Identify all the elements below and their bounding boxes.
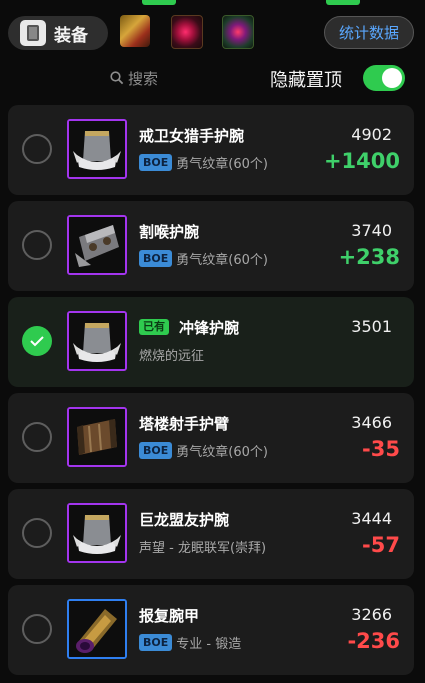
item-score: 3266 [351,605,392,624]
bracer-icon [67,215,127,275]
item-score: 4902 [351,125,392,144]
boe-badge: BOE [139,250,173,267]
tab-indicator [142,0,176,5]
item-source: 声望 - 龙眠联军(崇拜) [139,537,266,556]
hide-pinned-toggle[interactable] [363,65,405,91]
boe-badge: BOE [139,154,173,171]
item-source: BOE 勇气纹章(60个) [139,153,268,172]
score-delta: -35 [362,437,400,461]
score-delta: +238 [338,245,400,269]
item-name: 割喉护腕 [139,223,200,241]
list-item[interactable]: 割喉护腕 BOE 勇气纹章(60个) 3740 +238 [8,201,414,291]
select-checkbox[interactable] [22,518,52,548]
item-source-text: 勇气纹章(60个) [176,253,268,268]
hide-pinned-label: 隐藏置顶 [270,70,342,91]
check-icon [30,336,44,347]
bracer-icon [67,407,127,467]
search-icon [110,71,124,85]
gem-green-icon[interactable] [222,15,254,49]
item-score: 3740 [351,221,392,240]
score-delta: +1400 [323,149,400,173]
item-source: BOE 专业 - 锻造 [139,633,241,652]
equipment-tab-label: 装备 [54,25,88,46]
item-source-text: 勇气纹章(60个) [176,157,268,172]
item-score: 3501 [351,317,392,336]
select-checkbox[interactable] [22,230,52,260]
item-source-text: 专业 - 锻造 [176,637,242,652]
item-source: 燃烧的远征 [139,345,204,364]
item-list: 戒卫女猎手护腕 BOE 勇气纹章(60个) 4902 +1400 割喉护腕 BO… [8,105,414,681]
toggle-knob [382,68,402,88]
gem-red-icon[interactable] [171,15,203,49]
score-delta: -236 [347,629,400,653]
item-score: 3444 [351,509,392,528]
item-name: 巨龙盟友护腕 [139,511,230,529]
search-placeholder: 搜索 [128,69,159,88]
select-checkbox[interactable] [22,422,52,452]
weapon-icon[interactable] [120,15,150,47]
list-item[interactable]: 巨龙盟友护腕 声望 - 龙眠联军(崇拜) 3444 -57 [8,489,414,579]
bracer-icon [67,119,127,179]
boe-badge: BOE [139,442,173,459]
item-source-text: 勇气纹章(60个) [176,445,268,460]
boe-badge: BOE [139,634,173,651]
item-source-text: 燃烧的远征 [139,349,205,364]
owned-badge: 已有 [139,319,169,335]
item-source: BOE 勇气纹章(60个) [139,441,268,460]
item-name: 塔楼射手护臂 [139,415,230,433]
list-item[interactable]: 塔楼射手护臂 BOE 勇气纹章(60个) 3466 -35 [8,393,414,483]
tab-indicator [326,0,360,5]
item-source-text: 声望 - 龙眠联军(崇拜) [139,541,267,556]
item-source: BOE 勇气纹章(60个) [139,249,268,268]
bracer-icon [67,503,127,563]
item-name: 报复腕甲 [139,607,200,625]
list-item[interactable]: 戒卫女猎手护腕 BOE 勇气纹章(60个) 4902 +1400 [8,105,414,195]
item-name: 冲锋护腕 [179,319,240,337]
search-input[interactable]: 搜索 [110,66,158,90]
item-name: 戒卫女猎手护腕 [139,127,245,145]
equipment-tab[interactable]: 装备 [8,16,108,50]
score-delta: -57 [362,533,400,557]
top-bar: 装备 统计数据 [0,0,425,56]
item-score: 3466 [351,413,392,432]
stats-button[interactable]: 统计数据 [324,16,414,49]
list-item[interactable]: 已有 冲锋护腕 燃烧的远征 3501 [8,297,414,387]
select-checkbox[interactable] [22,134,52,164]
armor-icon [20,20,46,46]
bracer-icon [67,599,127,659]
select-checkbox[interactable] [22,326,52,356]
bracer-icon [67,311,127,371]
list-item[interactable]: 报复腕甲 BOE 专业 - 锻造 3266 -236 [8,585,414,675]
select-checkbox[interactable] [22,614,52,644]
